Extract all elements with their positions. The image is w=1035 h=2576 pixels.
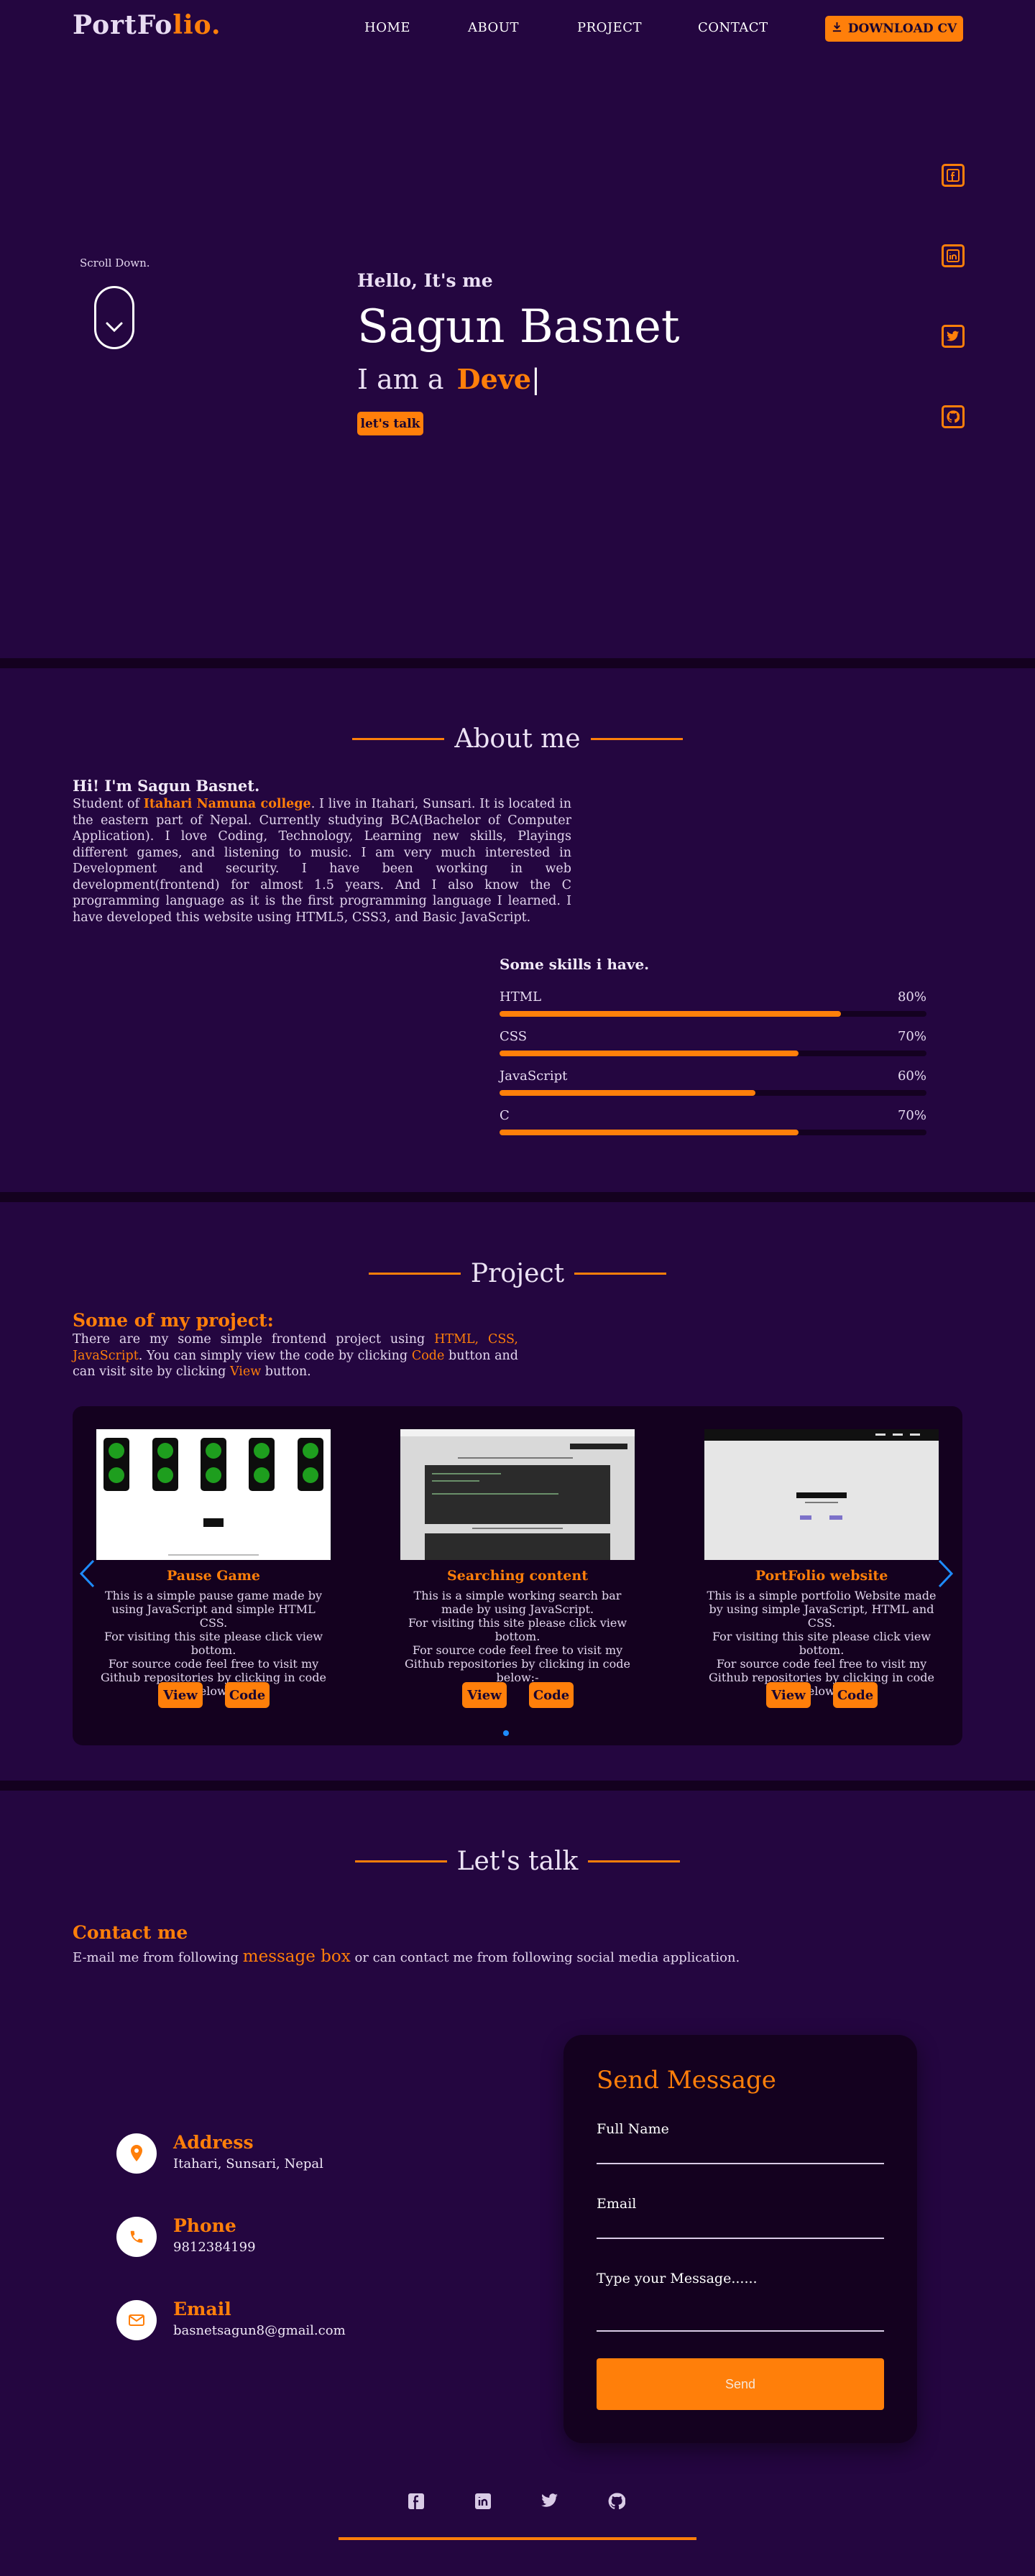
about-hi: Hi! I'm Sagun Basnet. — [73, 777, 260, 795]
full-name-field[interactable]: Full Name — [597, 2121, 884, 2164]
lets-talk-button[interactable]: let's talk — [357, 412, 423, 435]
skill-javascript: JavaScript 60% — [500, 1068, 926, 1104]
envelope-icon — [116, 2300, 157, 2340]
skill-bar-track — [500, 1011, 926, 1017]
skill-percent: 70% — [897, 1029, 926, 1044]
card-description: This is a simple pause game made by usin… — [101, 1589, 326, 1698]
nav-home-link[interactable]: HOME — [364, 20, 410, 35]
about-heading: About me — [0, 724, 1035, 754]
footer-line — [339, 2537, 696, 2540]
phone-icon — [116, 2217, 157, 2257]
college-name: Itahari Namuna college — [143, 797, 311, 811]
skill-html: HTML 80% — [500, 989, 926, 1025]
view-button[interactable]: View — [158, 1682, 203, 1708]
project-intro: There are my some simple frontend projec… — [73, 1332, 518, 1379]
skill-percent: 70% — [897, 1108, 926, 1123]
download-icon — [832, 22, 842, 36]
contact-phone: Phone 9812384199 — [116, 2215, 404, 2258]
contact-text: E-mail me from following message box or … — [73, 1947, 740, 1966]
contact-title: Contact me — [73, 1922, 188, 1943]
card-title: Searching content — [447, 1568, 588, 1584]
linkedin-icon[interactable] — [942, 244, 965, 267]
linkedin-icon[interactable] — [474, 2493, 492, 2513]
location-pin-icon — [116, 2133, 157, 2174]
section-divider — [0, 1781, 1035, 1791]
carousel-dot[interactable] — [503, 1730, 509, 1736]
card-title: PortFolio website — [755, 1568, 888, 1584]
nav-contact-link[interactable]: CONTACT — [698, 20, 768, 35]
message-field[interactable]: Type your Message...... — [597, 2271, 884, 2332]
navbar: PortFolio. HOME ABOUT PROJECT CONTACT DO… — [0, 0, 1035, 57]
github-icon[interactable] — [608, 2493, 626, 2513]
search-content-thumbnail — [400, 1429, 635, 1560]
project-title: Some of my project: — [73, 1310, 274, 1331]
card-description: This is a simple portfolio Website made … — [707, 1589, 937, 1698]
facebook-icon[interactable] — [942, 164, 965, 187]
logo[interactable]: PortFolio. — [73, 10, 221, 40]
scroll-down-text: Scroll Down. — [80, 257, 150, 269]
hero-role: I am a Deve| — [357, 363, 540, 395]
skill-name: JavaScript — [500, 1068, 568, 1084]
code-button[interactable]: Code — [529, 1682, 574, 1708]
code-button[interactable]: Code — [833, 1682, 878, 1708]
section-divider — [0, 658, 1035, 668]
carousel-prev-arrow[interactable] — [79, 1559, 95, 1591]
contact-address: Address Itahari, Sunsari, Nepal — [116, 2132, 404, 2175]
skill-bar-fill — [500, 1090, 756, 1096]
code-button[interactable]: Code — [225, 1682, 270, 1708]
hero-name: Sagun Basnet — [357, 300, 680, 354]
nav-about-link[interactable]: ABOUT — [468, 20, 519, 35]
skill-bar-track — [500, 1051, 926, 1056]
skill-name: CSS — [500, 1029, 528, 1044]
skill-bar-fill — [500, 1130, 799, 1135]
contact-email: Email basnetsagun8@gmail.com — [116, 2299, 404, 2342]
form-title: Send Message — [597, 2066, 776, 2095]
skill-percent: 60% — [897, 1068, 926, 1084]
skill-percent: 80% — [897, 989, 926, 1005]
about-text: Student of Itahari Namuna college. I liv… — [73, 797, 571, 925]
twitter-icon[interactable] — [541, 2493, 558, 2511]
skill-c: C 70% — [500, 1108, 926, 1144]
contact-heading: Let's talk — [0, 1847, 1035, 1876]
card-title: Pause Game — [166, 1568, 261, 1584]
portfolio-thumbnail — [704, 1429, 939, 1560]
pause-game-thumbnail — [96, 1429, 331, 1560]
scroll-mouse-icon[interactable] — [94, 286, 134, 349]
nav-project-link[interactable]: PROJECT — [577, 20, 642, 35]
github-icon[interactable] — [942, 405, 965, 428]
card-description: This is a simple working search bar made… — [405, 1589, 630, 1684]
download-cv-button[interactable]: DOWNLOAD CV — [825, 16, 963, 42]
twitter-icon[interactable] — [942, 325, 965, 348]
facebook-icon[interactable] — [408, 2493, 425, 2513]
view-button[interactable]: View — [462, 1682, 507, 1708]
skill-bar-fill — [500, 1011, 842, 1017]
typed-role: Deve — [456, 363, 531, 395]
hero-greeting: Hello, It's me — [357, 270, 493, 291]
skill-bar-track — [500, 1130, 926, 1135]
skill-name: C — [500, 1108, 510, 1123]
send-button[interactable]: Send — [597, 2358, 884, 2410]
skill-css: CSS 70% — [500, 1029, 926, 1065]
view-button[interactable]: View — [766, 1682, 811, 1708]
carousel-next-arrow[interactable] — [938, 1559, 954, 1591]
skill-bar-fill — [500, 1051, 799, 1056]
section-divider — [0, 1192, 1035, 1202]
skills-title: Some skills i have. — [500, 956, 650, 973]
skill-bar-track — [500, 1090, 926, 1096]
skill-name: HTML — [500, 989, 542, 1005]
project-heading: Project — [0, 1259, 1035, 1288]
email-field[interactable]: Email — [597, 2196, 884, 2239]
